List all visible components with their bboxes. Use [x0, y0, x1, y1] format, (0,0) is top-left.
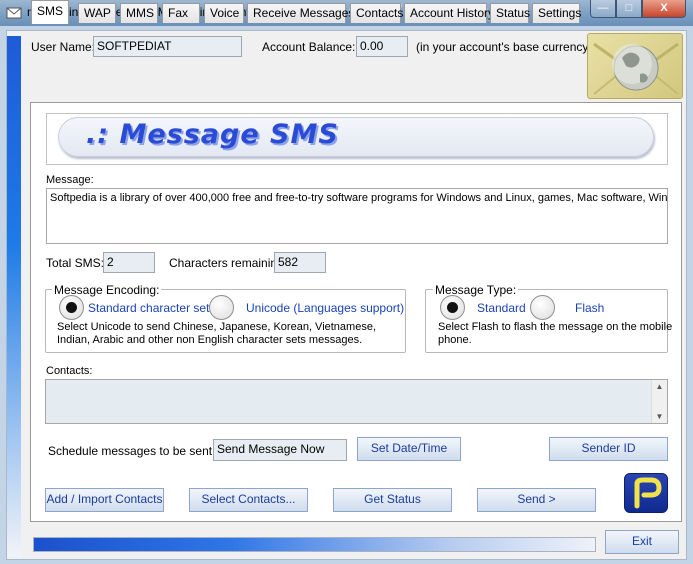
schedule-label: Schedule messages to be sent at:: [48, 444, 229, 458]
type-description-line2: phone.: [438, 334, 472, 346]
message-type-title: Message Type:: [433, 283, 519, 297]
account-balance-field[interactable]: 0.00: [356, 36, 408, 57]
tab-contacts[interactable]: Contacts: [350, 3, 403, 23]
message-label: Message:: [46, 174, 94, 186]
radio-selected-dot: [447, 302, 458, 313]
envelope-app-icon: [6, 7, 22, 19]
progress-bar: [33, 537, 596, 552]
sender-id-button[interactable]: Sender ID: [549, 437, 668, 461]
user-name-field[interactable]: SOFTPEDIAT: [93, 36, 242, 57]
exit-button[interactable]: Exit: [605, 530, 679, 554]
message-sms-banner: .: Message SMS: [86, 119, 339, 150]
minimize-button[interactable]: —: [590, 0, 616, 18]
tab-voice[interactable]: Voice: [204, 3, 244, 23]
schedule-field[interactable]: Send Message Now: [213, 439, 347, 461]
tab-receive-messages[interactable]: Receive Messages: [247, 3, 354, 23]
contacts-label: Contacts:: [46, 365, 93, 377]
send-button[interactable]: Send >: [477, 488, 596, 512]
add-import-contacts-button[interactable]: Add / Import Contacts: [45, 488, 164, 512]
tab-sms[interactable]: SMS: [31, 0, 69, 24]
close-button[interactable]: X: [642, 0, 686, 18]
radio-selected-dot: [66, 302, 77, 313]
get-status-button[interactable]: Get Status: [333, 488, 452, 512]
contacts-list[interactable]: ▲ ▼: [45, 379, 668, 424]
left-gradient-bar: [7, 36, 21, 556]
encoding-description-line2: Indian, Arabic and other non English cha…: [57, 334, 363, 346]
globe-logo: [587, 33, 683, 99]
account-balance-label: Account Balance:: [262, 40, 356, 54]
contacts-scrollbar[interactable]: ▲ ▼: [651, 380, 667, 423]
unicode-label[interactable]: Unicode (Languages support): [246, 301, 404, 315]
maximize-button[interactable]: □: [616, 0, 642, 18]
chars-remaining-label: Characters remaining:: [169, 256, 288, 270]
user-name-label: User Name:: [31, 40, 96, 54]
tab-settings[interactable]: Settings: [532, 3, 581, 23]
type-standard-label[interactable]: Standard: [477, 301, 526, 315]
standard-charset-label[interactable]: Standard character set: [88, 301, 209, 315]
set-date-time-button[interactable]: Set Date/Time: [357, 437, 461, 461]
tab-status[interactable]: Status: [490, 3, 530, 23]
scroll-down-icon[interactable]: ▼: [652, 412, 667, 421]
radio-standard-charset[interactable]: [59, 295, 84, 320]
tab-mms[interactable]: MMS: [120, 3, 158, 23]
product-logo: [624, 473, 668, 513]
radio-type-standard[interactable]: [440, 295, 465, 320]
radio-type-flash[interactable]: [530, 295, 555, 320]
globe-icon: [593, 42, 679, 95]
currency-note: (in your account's base currency): [416, 40, 593, 54]
type-description-line1: Select Flash to flash the message on the…: [438, 321, 673, 333]
total-sms-field: 2: [103, 252, 155, 273]
tab-wap[interactable]: WAP: [78, 3, 116, 23]
select-contacts-button[interactable]: Select Contacts...: [189, 488, 308, 512]
total-sms-label: Total SMS:: [46, 256, 105, 270]
radio-unicode[interactable]: [209, 295, 234, 320]
chars-remaining-field: 582: [274, 252, 326, 273]
message-textarea[interactable]: Softpedia is a library of over 400,000 f…: [46, 188, 668, 244]
r-logo-icon: [634, 477, 662, 509]
scroll-up-icon[interactable]: ▲: [652, 382, 667, 391]
tab-fax[interactable]: Fax: [162, 3, 200, 23]
type-flash-label[interactable]: Flash: [575, 301, 604, 315]
tab-account-history[interactable]: Account History: [404, 3, 494, 23]
encoding-description-line1: Select Unicode to send Chinese, Japanese…: [57, 321, 376, 333]
